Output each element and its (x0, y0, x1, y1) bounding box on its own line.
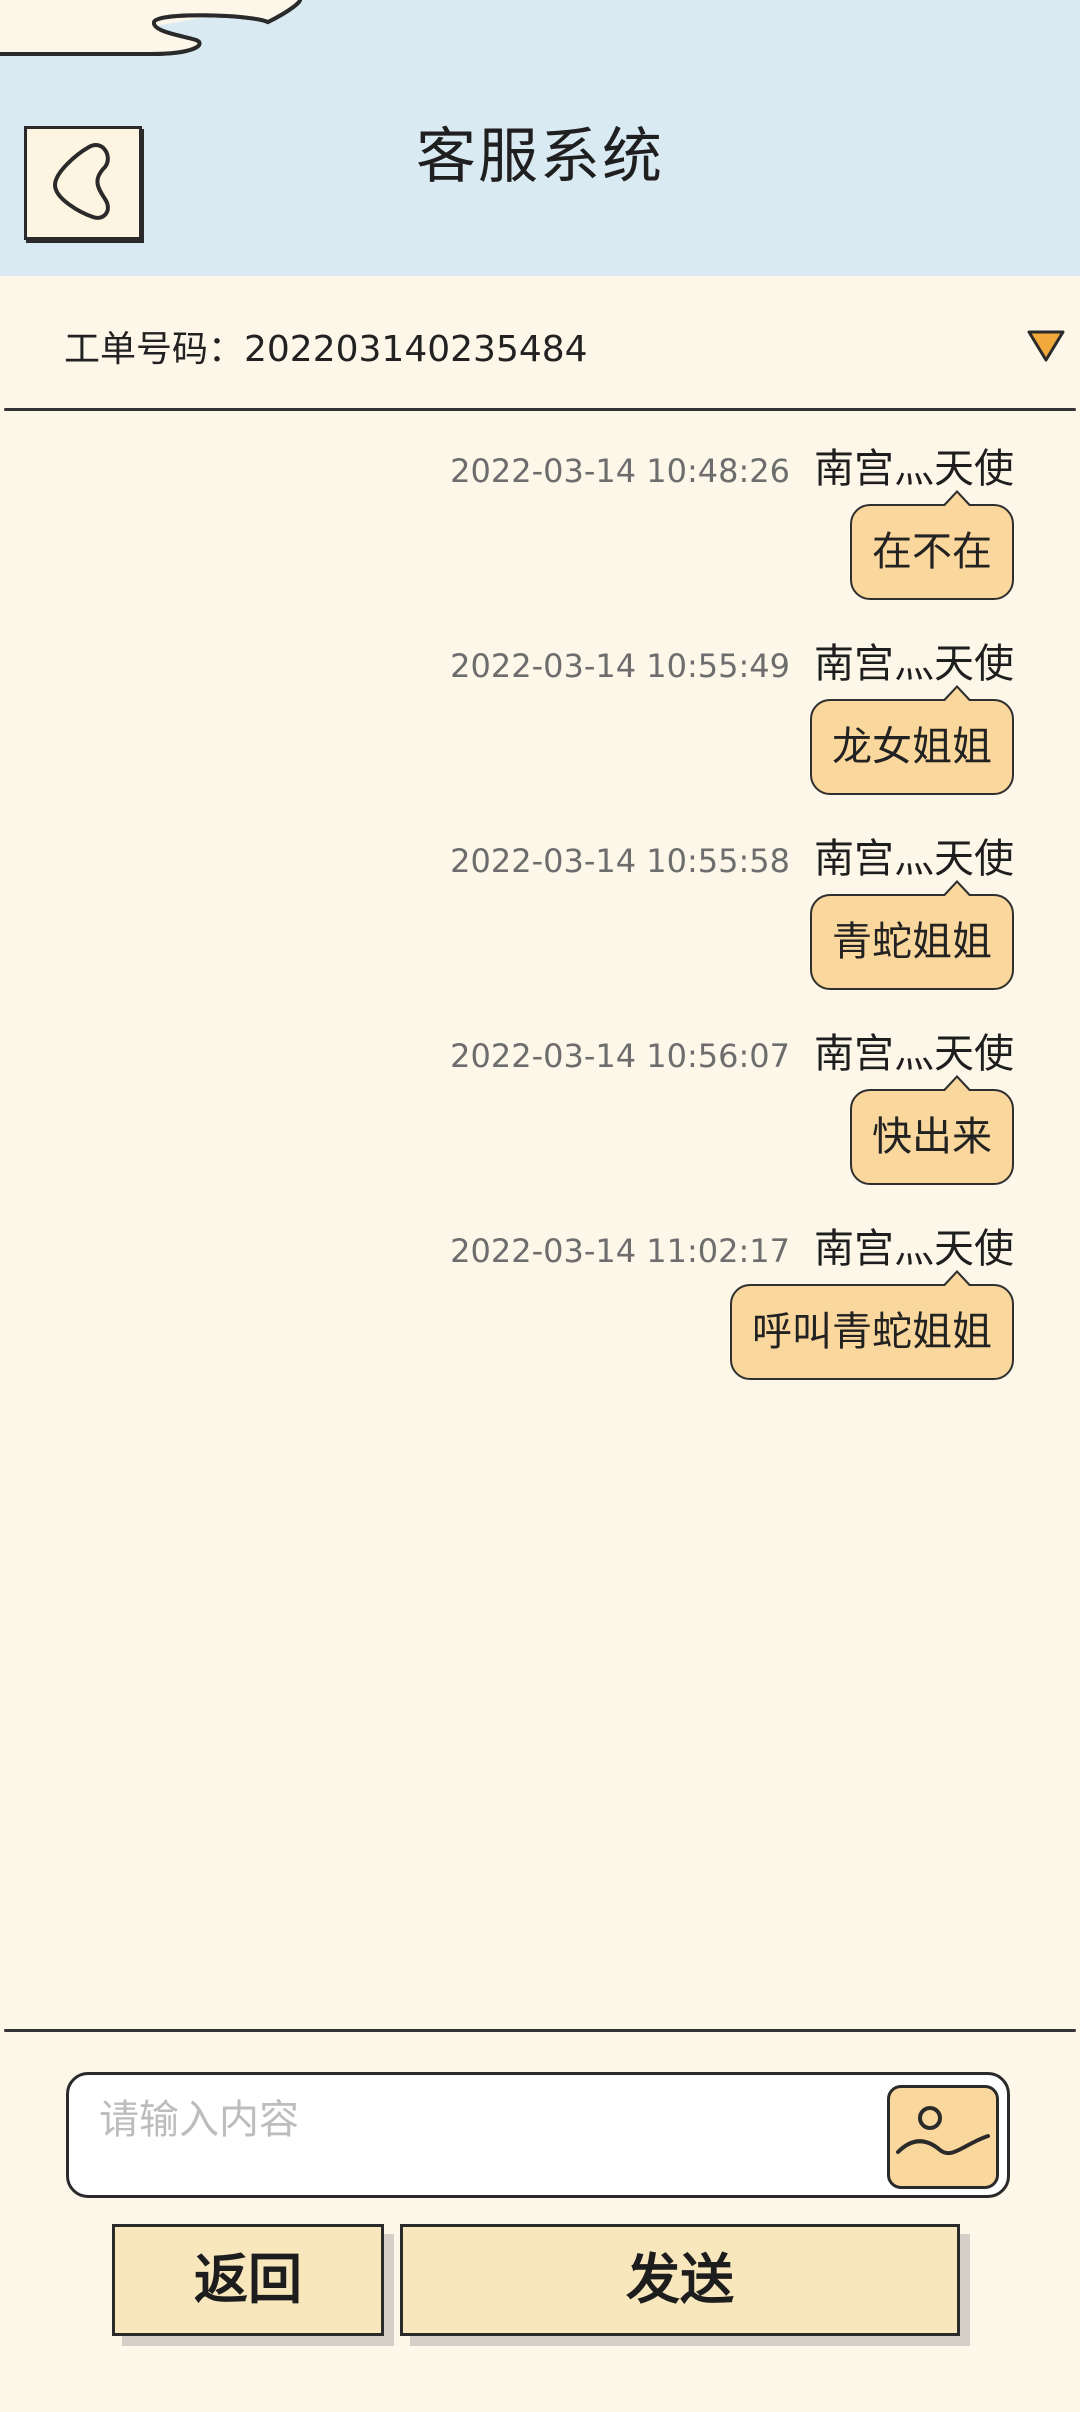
app-header: 客服系统 (0, 0, 1080, 276)
divider-top (4, 408, 1076, 411)
send-button[interactable]: 发送 (400, 2224, 960, 2336)
message-sender: 南宫灬天使 (814, 641, 1014, 687)
triangle-down-icon[interactable] (1026, 328, 1066, 364)
message-bubble: 龙女姐姐 (810, 685, 1014, 795)
message-list: 2022-03-14 10:48:26 南宫灬天使 在不在 2022-03-14… (0, 412, 1080, 2032)
page-title: 客服系统 (416, 122, 664, 192)
image-upload-icon (896, 2106, 990, 2156)
message-meta: 2022-03-14 10:48:26 南宫灬天使 (450, 436, 1014, 492)
return-button[interactable]: 返回 (112, 2224, 384, 2336)
message-time: 2022-03-14 10:48:26 (450, 452, 790, 490)
message-sender: 南宫灬天使 (814, 836, 1014, 882)
message-bubble: 呼叫青蛇姐姐 (730, 1270, 1014, 1380)
message-bubble: 青蛇姐姐 (810, 880, 1014, 990)
message-composer (66, 2072, 1010, 2198)
divider-bottom (4, 2029, 1076, 2032)
message-time: 2022-03-14 10:55:49 (450, 647, 790, 685)
ticket-bar: 工单号码：202203140235484 (0, 276, 1080, 412)
message-item: 2022-03-14 10:48:26 南宫灬天使 在不在 (114, 412, 1014, 602)
message-meta: 2022-03-14 10:55:58 南宫灬天使 (450, 826, 1014, 882)
message-time: 2022-03-14 10:56:07 (450, 1037, 790, 1075)
message-bubble: 快出来 (850, 1075, 1014, 1185)
message-sender: 南宫灬天使 (814, 446, 1014, 492)
message-meta: 2022-03-14 11:02:17 南宫灬天使 (450, 1216, 1014, 1272)
message-sender: 南宫灬天使 (814, 1226, 1014, 1272)
message-sender: 南宫灬天使 (814, 1031, 1014, 1077)
message-input[interactable] (99, 2087, 919, 2183)
message-item: 2022-03-14 10:55:49 南宫灬天使 龙女姐姐 (114, 607, 1014, 797)
message-item: 2022-03-14 10:56:07 南宫灬天使 快出来 (114, 997, 1014, 1187)
message-meta: 2022-03-14 10:55:49 南宫灬天使 (450, 631, 1014, 687)
message-time: 2022-03-14 11:02:17 (450, 1232, 790, 1270)
image-upload-button[interactable] (887, 2085, 999, 2189)
message-time: 2022-03-14 10:55:58 (450, 842, 790, 880)
message-meta: 2022-03-14 10:56:07 南宫灬天使 (450, 1021, 1014, 1077)
message-bubble: 在不在 (850, 490, 1014, 600)
message-item: 2022-03-14 11:02:17 南宫灬天使 呼叫青蛇姐姐 (114, 1192, 1014, 1382)
ticket-number: 工单号码：202203140235484 (64, 329, 588, 370)
cloud-decoration-icon (0, 0, 302, 56)
message-item: 2022-03-14 10:55:58 南宫灬天使 青蛇姐姐 (114, 802, 1014, 992)
